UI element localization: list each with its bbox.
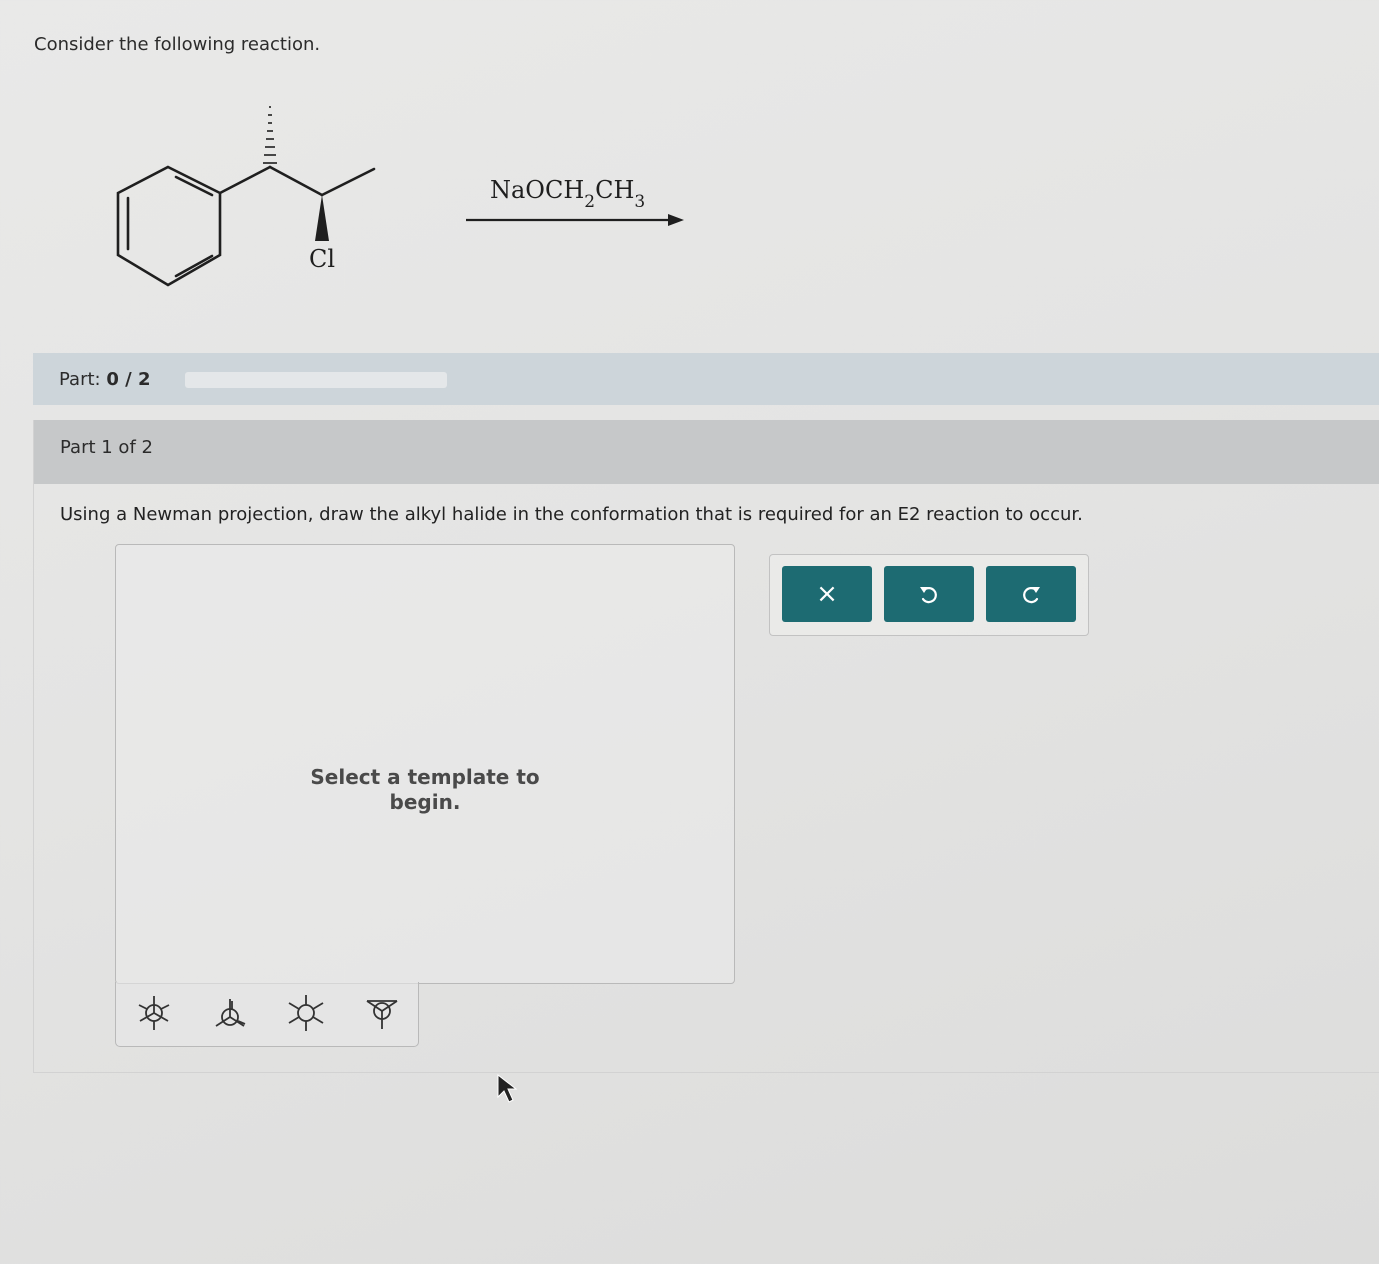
question-text: Using a Newman projection, draw the alky… bbox=[60, 504, 1083, 525]
editor-toolbar: × bbox=[769, 554, 1089, 636]
template-button-partial[interactable] bbox=[352, 990, 412, 1036]
reagent-label: NaOCH2CH3 bbox=[490, 176, 646, 212]
reaction-arrow-group: NaOCH2CH3 bbox=[462, 168, 692, 238]
progress-bar-section: Part: 0 / 2 bbox=[33, 353, 1379, 405]
wedge-bond bbox=[315, 195, 329, 241]
newman-partial-icon bbox=[366, 1000, 398, 1029]
prompt-text: Consider the following reaction. bbox=[34, 34, 321, 55]
reaction-arrow-icon bbox=[466, 214, 684, 226]
newman-staggered-icon bbox=[138, 996, 170, 1030]
undo-icon bbox=[920, 587, 937, 604]
part-header: Part 1 of 2 bbox=[34, 420, 1379, 484]
clear-button[interactable]: × bbox=[782, 566, 872, 622]
benzene-ring bbox=[116, 165, 222, 287]
template-palette bbox=[115, 982, 419, 1047]
redo-icon bbox=[1023, 587, 1040, 604]
reactant-structure: Cl bbox=[116, 106, 376, 287]
part-section: Part 1 of 2 Using a Newman projection, d… bbox=[33, 420, 1379, 1073]
drawing-canvas[interactable]: Select a template to begin. bbox=[115, 544, 735, 984]
mouse-pointer-icon bbox=[497, 1073, 518, 1103]
undo-button[interactable] bbox=[884, 566, 974, 622]
part-progress-label: Part: 0 / 2 bbox=[59, 369, 151, 390]
part-title: Part 1 of 2 bbox=[60, 437, 153, 458]
newman-staggered-alt-icon bbox=[288, 995, 324, 1031]
redo-button[interactable] bbox=[986, 566, 1076, 622]
template-button-staggered-alt[interactable] bbox=[276, 990, 336, 1036]
progress-track bbox=[185, 372, 447, 388]
template-button-staggered[interactable] bbox=[124, 990, 184, 1036]
newman-eclipsed-icon bbox=[215, 999, 246, 1027]
close-icon: × bbox=[816, 579, 838, 609]
chlorine-label: Cl bbox=[309, 245, 335, 273]
canvas-placeholder: Select a template to begin. bbox=[310, 765, 540, 814]
template-button-eclipsed[interactable] bbox=[200, 990, 260, 1036]
